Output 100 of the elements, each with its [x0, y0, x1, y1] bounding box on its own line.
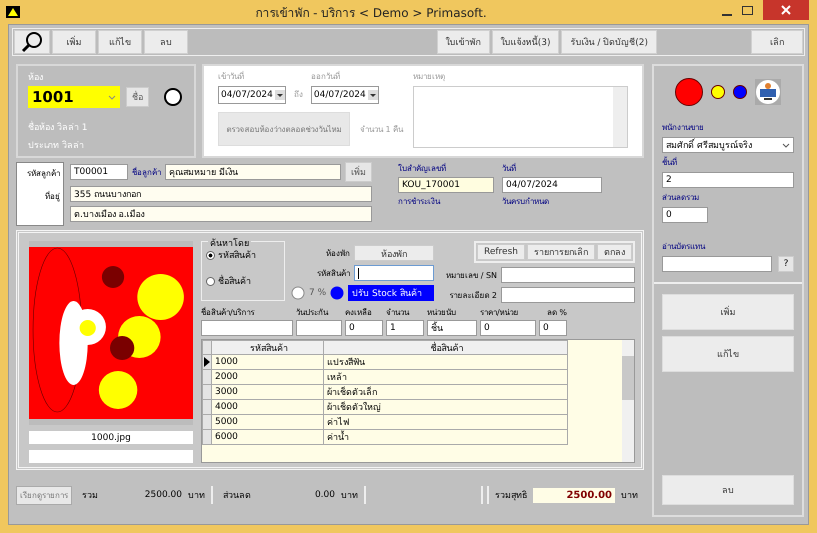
image-filename-field: 1000.jpg	[29, 431, 193, 444]
name-button[interactable]: ชื่อ	[126, 87, 149, 107]
side-button[interactable]: แก้ไข	[662, 336, 794, 372]
action-button[interactable]: รายการยกเลิก	[527, 244, 595, 260]
floor-label: ชั้นที่	[662, 156, 678, 169]
input-field[interactable]: 0	[539, 320, 567, 336]
product-code-field[interactable]	[354, 265, 434, 281]
dropdown-icon[interactable]	[274, 90, 285, 100]
payment-label: การชำระเงิน	[398, 196, 442, 208]
row-selector-cell[interactable]	[202, 385, 212, 400]
address-field[interactable]: ต.บางเมือง อ.เมือง	[70, 206, 372, 222]
action-button[interactable]: ตกลง	[597, 244, 632, 260]
input-field[interactable]: 0	[345, 320, 383, 336]
customer-code-field[interactable]: T00001	[70, 164, 128, 180]
document-number-label: ใบสำคัญเลขที่	[398, 162, 447, 175]
circle-icon	[330, 286, 344, 300]
cashier-logo-icon	[755, 79, 781, 105]
vat-text: 7 %	[309, 288, 326, 298]
detail-label: รายละเอียด 2	[449, 290, 497, 302]
add-customer-button[interactable]: เพิ่ม	[345, 162, 372, 182]
serial-field[interactable]	[501, 267, 635, 283]
floor-field[interactable]: 2	[662, 172, 794, 188]
customer-name-field[interactable]: คุณสมหมาย มีเงิน	[165, 164, 341, 180]
room-button[interactable]: ห้องพัก	[354, 245, 434, 261]
document-number-field[interactable]: KOU_170001	[398, 177, 494, 193]
toolbar-button[interactable]: ใบเข้าพัก	[436, 30, 490, 54]
image-note-field[interactable]	[29, 450, 193, 463]
radio-button[interactable]	[206, 250, 215, 260]
room-type: ประเภท วิลล่า	[28, 140, 85, 152]
radio-label: รหัสสินค้า	[218, 250, 256, 262]
toolbar-button[interactable]: รับเงิน / ปิดบัญชี(2)	[561, 30, 657, 54]
exit-button[interactable]: เลิก	[751, 30, 803, 54]
discount-field[interactable]: 0	[662, 207, 708, 223]
side-button[interactable]: เพิ่ม	[662, 294, 794, 330]
table-cell: ผ้าเช็ดตัวเล็ก	[324, 385, 568, 400]
maximize-button[interactable]	[742, 6, 753, 14]
search-button[interactable]	[14, 30, 50, 54]
address-field[interactable]: 355 ถนนบางกอก	[70, 186, 372, 202]
input-field[interactable]: ชิ้น	[427, 320, 477, 336]
toolbar-button[interactable]: ลบ	[144, 30, 188, 54]
table-cell: 4000	[212, 400, 324, 415]
checkin-label: เข้าวันที่	[218, 70, 245, 83]
currency-text: บาท	[621, 490, 638, 502]
toolbar-button[interactable]: เพิ่ม	[52, 30, 96, 54]
table-cell: ค่าน้ำ	[324, 430, 568, 445]
row-selector-cell[interactable]	[202, 400, 212, 415]
date-field[interactable]: 04/07/2024	[502, 177, 602, 193]
note-field[interactable]	[413, 86, 628, 148]
row-pointer-icon	[204, 357, 210, 367]
to-label: ถึง	[294, 89, 303, 101]
discount-value: 0.00	[314, 490, 335, 500]
checkin-date-field[interactable]: 04/07/2024	[218, 86, 286, 104]
card-field[interactable]	[662, 256, 772, 272]
row-selector-cell[interactable]	[202, 430, 212, 445]
delete-button[interactable]: ลบ	[662, 475, 794, 505]
nights-text: จำนวน 1 คืน	[360, 124, 404, 136]
input-field[interactable]: 0	[480, 320, 536, 336]
table-cell: 2000	[212, 370, 324, 385]
dropdown-icon[interactable]	[368, 90, 378, 100]
room-select[interactable]: 1001	[28, 86, 120, 108]
discount-label: ส่วนลด	[223, 490, 251, 502]
radio-option[interactable]: รหัสสินค้า	[206, 248, 280, 262]
radio-option[interactable]: ชื่อสินค้า	[206, 274, 280, 288]
toolbar-button[interactable]: ใบแจ้งหนี้(3)	[492, 30, 560, 54]
detail-field[interactable]	[501, 287, 635, 303]
field-label: ชื่อสินค้า/บริการ	[201, 306, 256, 319]
row-selector-cell[interactable]	[202, 415, 212, 430]
field-label: ลด %	[546, 307, 567, 319]
input-field[interactable]	[296, 320, 342, 336]
search-icon	[21, 31, 43, 53]
radio-label: ชื่อสินค้า	[218, 274, 251, 288]
column-header[interactable]: ชื่อสินค้า	[324, 340, 568, 355]
row-selector-cell[interactable]	[202, 355, 212, 370]
action-button[interactable]: Refresh	[477, 244, 525, 260]
circle-icon	[291, 286, 305, 300]
row-selector-cell[interactable]	[202, 370, 212, 385]
column-header[interactable]: รหัสสินค้า	[212, 340, 324, 355]
check-availability-button[interactable]: ตรวจสอบห้องว่างตลอดช่วงวันไหม	[218, 112, 350, 146]
card-reader-label: อ่านบัตรแทน	[662, 241, 706, 253]
chevron-down-icon	[108, 94, 116, 100]
close-button[interactable]	[763, 0, 809, 20]
vertical-scrollbar[interactable]	[622, 340, 634, 462]
total-value: 2500.00	[144, 490, 182, 500]
salesperson-label: พนักงานขาย	[662, 122, 705, 134]
customer-code-label: รหัสลูกค้า	[27, 168, 60, 180]
browse-button[interactable]: เรียกดูรายการ	[16, 486, 72, 504]
salesperson-select[interactable]: สมศักดิ์ ศรีสมบูรณ์จริง	[662, 137, 794, 153]
date-label: วันที่	[502, 162, 517, 175]
adjust-stock-button[interactable]: ปรับ Stock สินค้า	[348, 285, 434, 301]
input-field[interactable]	[201, 320, 293, 336]
discount-label: ส่วนลดรวม	[662, 192, 700, 204]
table-cell: 1000	[212, 355, 324, 370]
table-cell: แปรงสีฟัน	[324, 355, 568, 370]
net-total-value: 2500.00	[533, 488, 615, 502]
input-field[interactable]: 1	[386, 320, 424, 336]
help-button[interactable]: ?	[778, 256, 794, 272]
toolbar-button[interactable]: แก้ไข	[98, 30, 142, 54]
customer-name-label: ชื่อลูกค้า	[132, 166, 161, 178]
radio-button[interactable]	[206, 276, 215, 286]
checkout-date-field[interactable]: 04/07/2024	[310, 86, 379, 104]
